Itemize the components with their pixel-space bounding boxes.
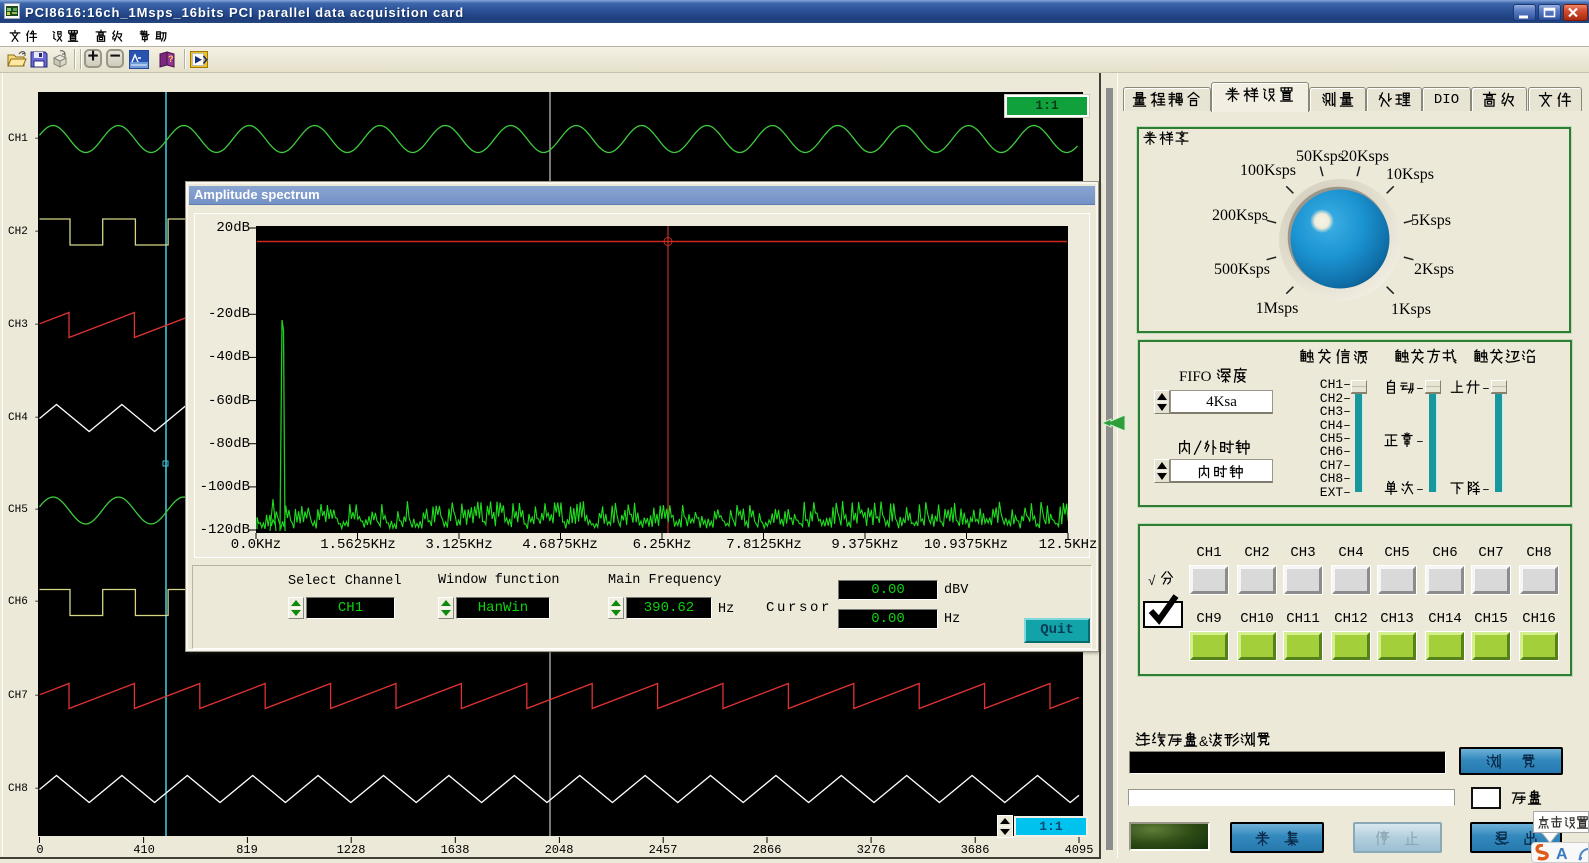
svg-text:?: ? [168, 54, 174, 64]
svg-text:A: A [1556, 846, 1568, 862]
